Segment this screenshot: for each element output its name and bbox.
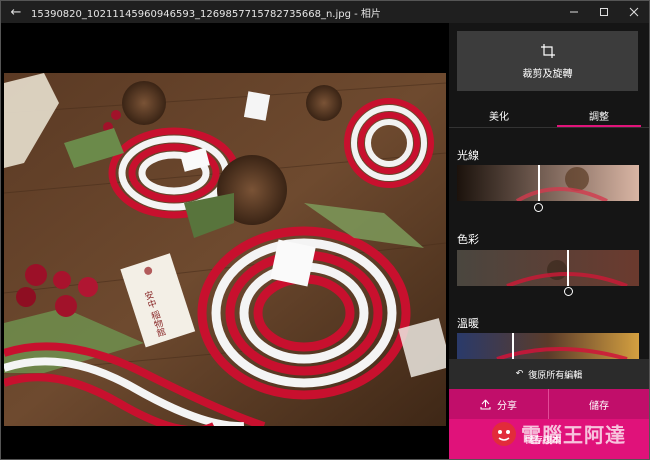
edit-tabs: 美化 調整: [449, 103, 649, 127]
crop-rotate-icon: [540, 43, 555, 58]
close-icon: [629, 7, 639, 17]
color-slider[interactable]: [457, 250, 639, 286]
revert-all-button[interactable]: ↶ 復原所有編輯: [449, 359, 649, 389]
crop-rotate-button[interactable]: 裁剪及旋轉: [457, 31, 638, 91]
share-label: 分享: [497, 400, 517, 412]
light-preview: [457, 165, 639, 201]
tab-divider: [449, 127, 649, 128]
save-button[interactable]: 儲存: [549, 389, 649, 419]
minimize-button[interactable]: [559, 1, 589, 23]
photos-app-window: ← 15390820_10211145960946593_12698577157…: [0, 0, 650, 460]
title-bar: ← 15390820_10211145960946593_12698577157…: [1, 1, 649, 23]
undo-icon: ↶: [515, 369, 524, 379]
color-label: 色彩: [457, 233, 479, 246]
share-icon: [480, 399, 491, 409]
maximize-icon: [600, 8, 608, 16]
light-slider-line: [537, 165, 540, 201]
warmth-preview: [457, 333, 639, 359]
crop-rotate-label: 裁剪及旋轉: [522, 68, 573, 80]
color-slider-knob[interactable]: [563, 287, 573, 296]
close-button[interactable]: [619, 1, 649, 23]
window-title: 15390820_10211145960946593_1269857715782…: [31, 8, 381, 20]
warmth-slider[interactable]: [457, 333, 639, 359]
light-label: 光線: [457, 149, 479, 162]
light-slider-knob[interactable]: [534, 203, 544, 212]
watermark-logo: [492, 421, 516, 446]
back-button[interactable]: ←: [1, 1, 31, 23]
photo-viewer: 安中 稲物館: [1, 23, 449, 459]
edit-panel: 裁剪及旋轉 美化 調整 光線 色彩 溫暖 ↶ 復原所有編輯 分享 儲存 儲存複本: [449, 23, 649, 459]
photo-image: 安中 稲物館: [4, 73, 446, 426]
light-slider[interactable]: [457, 165, 639, 201]
warmth-slider-line: [512, 333, 515, 359]
save-label: 儲存: [589, 400, 609, 412]
minimize-icon: [570, 11, 578, 13]
arrow-left-icon: ←: [10, 4, 22, 20]
revert-all-label: 復原所有編輯: [528, 370, 583, 381]
tab-enhance[interactable]: 美化: [449, 103, 549, 127]
watermark-text: 電腦王阿達: [521, 423, 626, 447]
share-button[interactable]: 分享: [449, 389, 549, 419]
color-preview: [457, 250, 639, 286]
color-slider-line: [567, 250, 570, 286]
action-buttons: 分享 儲存: [449, 389, 649, 419]
watermark: 電腦王阿達: [491, 419, 626, 448]
tab-adjust[interactable]: 調整: [549, 103, 649, 127]
maximize-button[interactable]: [589, 1, 619, 23]
warmth-label: 溫暖: [457, 317, 479, 330]
